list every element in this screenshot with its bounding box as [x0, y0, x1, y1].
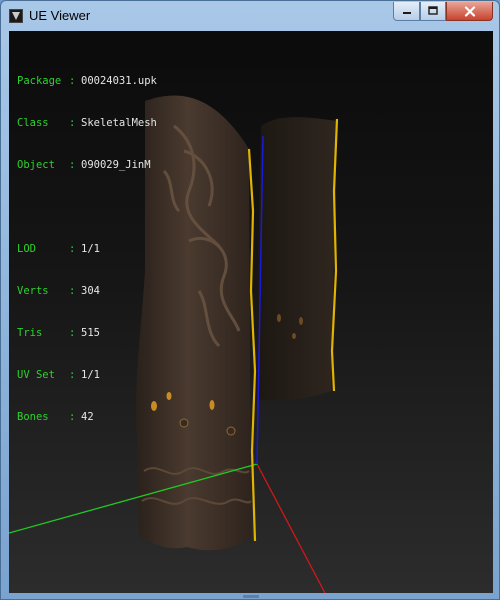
package-label: Package [17, 75, 62, 87]
lod-value: 1/1 [81, 243, 100, 255]
info-row-tris: Tris:515 [17, 326, 157, 340]
separator: : [69, 159, 76, 171]
lod-label: LOD [17, 243, 36, 255]
info-row-verts: Verts:304 [17, 284, 157, 298]
resize-grip[interactable] [243, 595, 259, 598]
info-row-bones: Bones:42 [17, 410, 157, 424]
maximize-icon [428, 6, 438, 15]
info-row-package: Package:00024031.upk [17, 74, 157, 88]
tris-label: Tris [17, 327, 43, 339]
separator: : [69, 243, 76, 255]
info-row-uvset: UV Set:1/1 [17, 368, 157, 382]
window-title: UE Viewer [29, 8, 91, 23]
maximize-button[interactable] [420, 2, 446, 21]
package-value: 00024031.upk [81, 75, 157, 87]
separator: : [69, 369, 76, 381]
object-value: 090029_JinM [81, 159, 151, 171]
minimize-icon [402, 12, 411, 14]
close-icon [464, 5, 475, 17]
title-bar[interactable]: UE Viewer [1, 1, 499, 31]
verts-label: Verts [17, 285, 49, 297]
class-label: Class [17, 117, 49, 129]
app-window: UE Viewer Package: 00024031.upk Class:… [0, 0, 500, 600]
info-row-class: Class: SkeletalMesh [17, 116, 157, 130]
axis-x-line [256, 463, 326, 593]
back-cloth-panel [255, 117, 337, 401]
uvset-label: UV Set [17, 369, 55, 381]
uvset-value: 1/1 [81, 369, 100, 381]
class-value: SkeletalMesh [81, 117, 157, 129]
separator: : [69, 411, 76, 423]
object-label: Object [17, 159, 55, 171]
separator: : [69, 117, 76, 129]
tris-value: 515 [81, 327, 100, 339]
verts-value: 304 [81, 285, 100, 297]
ue-viewer-app-icon [9, 9, 23, 23]
separator: : [69, 75, 76, 87]
minimize-button[interactable] [393, 2, 420, 21]
info-row-lod: LOD:1/1 [17, 242, 157, 256]
info-row-object: Object:090029_JinM [17, 158, 157, 172]
bones-value: 42 [81, 411, 94, 423]
separator: : [69, 285, 76, 297]
mesh-info-overlay: Package:00024031.upk Class: SkeletalMesh … [17, 46, 157, 452]
separator: : [69, 327, 76, 339]
bones-label: Bones [17, 411, 49, 423]
3d-viewport[interactable]: Package:00024031.upk Class: SkeletalMesh … [9, 31, 493, 593]
close-button[interactable] [446, 2, 493, 21]
